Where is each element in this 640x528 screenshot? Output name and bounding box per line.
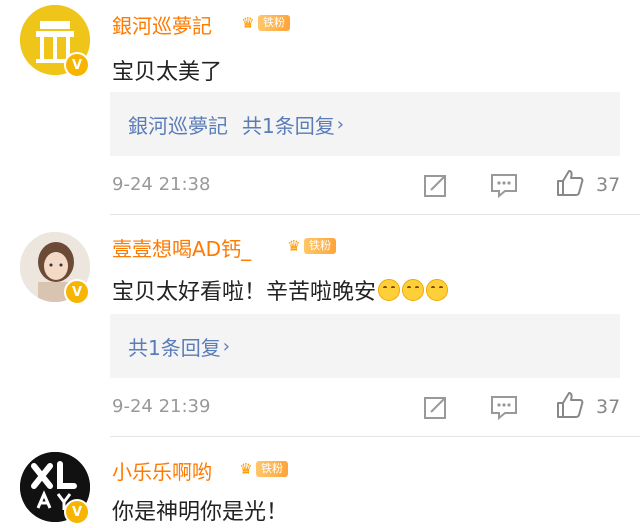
reply-count-label[interactable]: 共1条回复 [128, 332, 221, 361]
reply-count-label[interactable]: 共1条回复 [242, 110, 335, 139]
repost-icon[interactable] [421, 170, 451, 200]
like-count: 37 [596, 174, 621, 196]
thumbs-up-icon[interactable] [555, 390, 585, 420]
comment-text-row: 宝贝太好看啦！辛苦啦晚安 [112, 274, 449, 306]
chevron-right-icon: › [222, 335, 230, 357]
verified-v-icon: V [64, 499, 90, 525]
smile-emoji-icon [402, 279, 425, 301]
timestamp: 9-24 21:38 [112, 174, 211, 195]
repost-icon[interactable] [421, 392, 451, 422]
fan-badge[interactable]: ♛ 铁粉 [282, 235, 336, 257]
fan-badge-label: 铁粉 [304, 238, 336, 254]
reply-summary[interactable]: 銀河巡夢記 共1条回复 › [110, 92, 620, 156]
fan-badge-label: 铁粉 [258, 15, 290, 31]
divider [110, 214, 640, 215]
like-count: 37 [596, 396, 621, 418]
username[interactable]: 銀河巡夢記 [112, 10, 212, 39]
fan-badge-label: 铁粉 [256, 461, 288, 477]
reply-summary[interactable]: 共1条回复 › [110, 314, 620, 378]
fan-badge[interactable]: ♛ 铁粉 [234, 458, 288, 480]
smile-emoji-icon [426, 279, 449, 301]
smile-emoji-icon [378, 279, 401, 301]
crown-icon: ♛ [287, 237, 301, 255]
comment-text: 宝贝太好看啦！辛苦啦晚安 [112, 280, 377, 305]
comment-text: 宝贝太美了 [112, 60, 223, 85]
chevron-right-icon: › [336, 113, 344, 135]
username[interactable]: 壹壹想喝AD钙_ [112, 233, 251, 262]
divider [110, 436, 640, 437]
crown-icon: ♛ [239, 460, 253, 478]
timestamp: 9-24 21:39 [112, 396, 211, 417]
verified-v-icon: V [64, 279, 90, 305]
thumbs-up-icon[interactable] [555, 168, 585, 198]
comment-icon[interactable] [489, 170, 519, 200]
comment-text: 你是神明你是光！ [112, 500, 289, 525]
comment-icon[interactable] [489, 392, 519, 422]
crown-icon: ♛ [241, 14, 255, 32]
fan-badge[interactable]: ♛ 铁粉 [236, 12, 290, 34]
verified-v-icon: V [64, 52, 90, 78]
username[interactable]: 小乐乐啊哟 [112, 456, 212, 485]
reply-author[interactable]: 銀河巡夢記 [128, 110, 228, 139]
